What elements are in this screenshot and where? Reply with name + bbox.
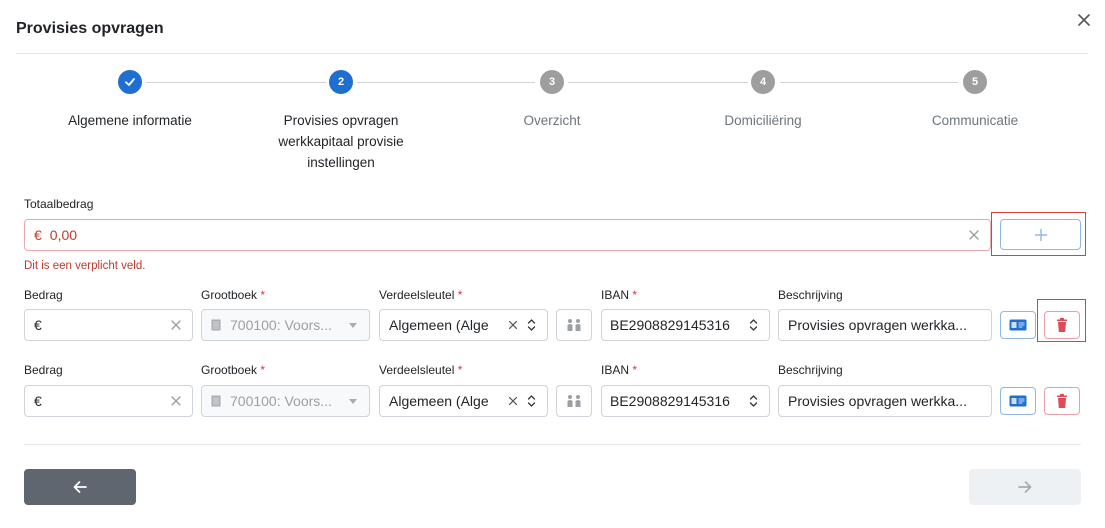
iban-value: BE2908829145316 [610,393,730,409]
iban-select[interactable]: BE2908829145316 [601,309,770,341]
beschrijving-value: Provisies opvragen werkka... [788,317,967,333]
card-button[interactable] [1000,387,1036,415]
add-row-button[interactable] [1000,219,1081,250]
verdeelsleutel-value: Algemeen (Alge [389,393,489,409]
step-connector [568,82,748,83]
footer-divider [24,444,1081,445]
beschrijving-value: Provisies opvragen werkka... [788,393,967,409]
iban-label: IBAN * [601,363,638,377]
verdeelsleutel-select[interactable]: Algemeen (Alge [379,309,548,341]
step-4-indicator: 4 [751,70,775,94]
close-icon [1078,14,1090,26]
clear-icon[interactable] [967,228,981,242]
updown-icon [749,319,758,331]
grootboek-value: 700100: Voors... [230,393,332,409]
step-4-label: Domiciliëring [724,113,802,128]
step-3-label: Overzicht [523,113,581,128]
updown-icon [749,395,758,407]
ledger-icon [211,319,221,331]
updown-icon [527,319,536,331]
clear-icon[interactable] [169,318,183,332]
verdeelsleutel-value: Algemeen (Alge [389,317,489,333]
updown-icon [527,395,536,407]
step-2-label: Provisies opvragen werkkapitaal provisie… [278,113,404,170]
split-button[interactable] [556,309,592,341]
trash-icon [1057,394,1067,408]
trash-icon [1057,318,1067,332]
arrow-left-icon [73,481,87,493]
step-1-label: Algemene informatie [68,113,192,128]
grootboek-select[interactable]: 700100: Voors... [201,309,370,341]
next-button[interactable] [969,469,1081,505]
iban-select[interactable]: BE2908829145316 [601,385,770,417]
currency-symbol: € [34,317,42,333]
bedrag-input[interactable]: € [24,385,193,417]
ledger-icon [211,395,221,407]
clear-icon[interactable] [507,319,519,331]
step-1-indicator [118,70,142,94]
iban-label: IBAN * [601,288,638,302]
delete-row-button[interactable] [1044,311,1080,339]
total-amount-value: 0,00 [49,227,78,243]
step-3-indicator: 3 [540,70,564,94]
caret-down-icon [349,399,357,404]
bedrag-input[interactable]: € [24,309,193,341]
step-connector [146,82,326,83]
verdeelsleutel-label: Verdeelsleutel * [379,288,463,302]
split-button[interactable] [556,385,592,417]
beschrijving-input[interactable]: Provisies opvragen werkka... [778,385,992,417]
step-connector [357,82,535,83]
step-5-label: Communicatie [931,113,1019,128]
id-card-icon [1009,395,1027,407]
step-5-indicator: 5 [963,70,987,94]
iban-value: BE2908829145316 [610,317,730,333]
bedrag-label: Bedrag [24,363,63,377]
check-icon [125,78,135,86]
caret-down-icon [349,323,357,328]
total-amount-error: Dit is een verplicht veld. [24,260,146,272]
clear-icon[interactable] [169,394,183,408]
bedrag-label: Bedrag [24,288,63,302]
beschrijving-label: Beschrijving [778,288,843,302]
close-button[interactable] [1074,10,1094,30]
verdeelsleutel-label: Verdeelsleutel * [379,363,463,377]
id-card-icon [1009,319,1027,331]
beschrijving-label: Beschrijving [778,363,843,377]
grootboek-select[interactable]: 700100: Voors... [201,385,370,417]
plus-icon [1034,228,1047,241]
beschrijving-input[interactable]: Provisies opvragen werkka... [778,309,992,341]
card-button[interactable] [1000,311,1036,339]
delete-row-button[interactable] [1044,387,1080,415]
modal-title: Provisies opvragen [16,20,164,37]
grootboek-value: 700100: Voors... [230,317,332,333]
arrow-right-icon [1018,481,1032,493]
grootboek-label: Grootboek * [201,363,266,377]
people-icon [567,395,581,407]
people-icon [567,319,581,331]
back-button[interactable] [24,469,136,505]
wizard-stepper: 2 3 4 5 Algemene informatie Provisies op… [0,70,1105,180]
total-amount-label: Totaalbedrag [24,197,94,211]
currency-symbol: € [34,227,42,243]
step-connector [780,82,958,83]
grootboek-label: Grootboek * [201,288,266,302]
verdeelsleutel-select[interactable]: Algemeen (Alge [379,385,548,417]
step-2-indicator: 2 [329,70,353,94]
total-amount-input[interactable]: € 0,00 [24,219,991,251]
currency-symbol: € [34,393,42,409]
header-divider [16,53,1088,54]
clear-icon[interactable] [507,395,519,407]
